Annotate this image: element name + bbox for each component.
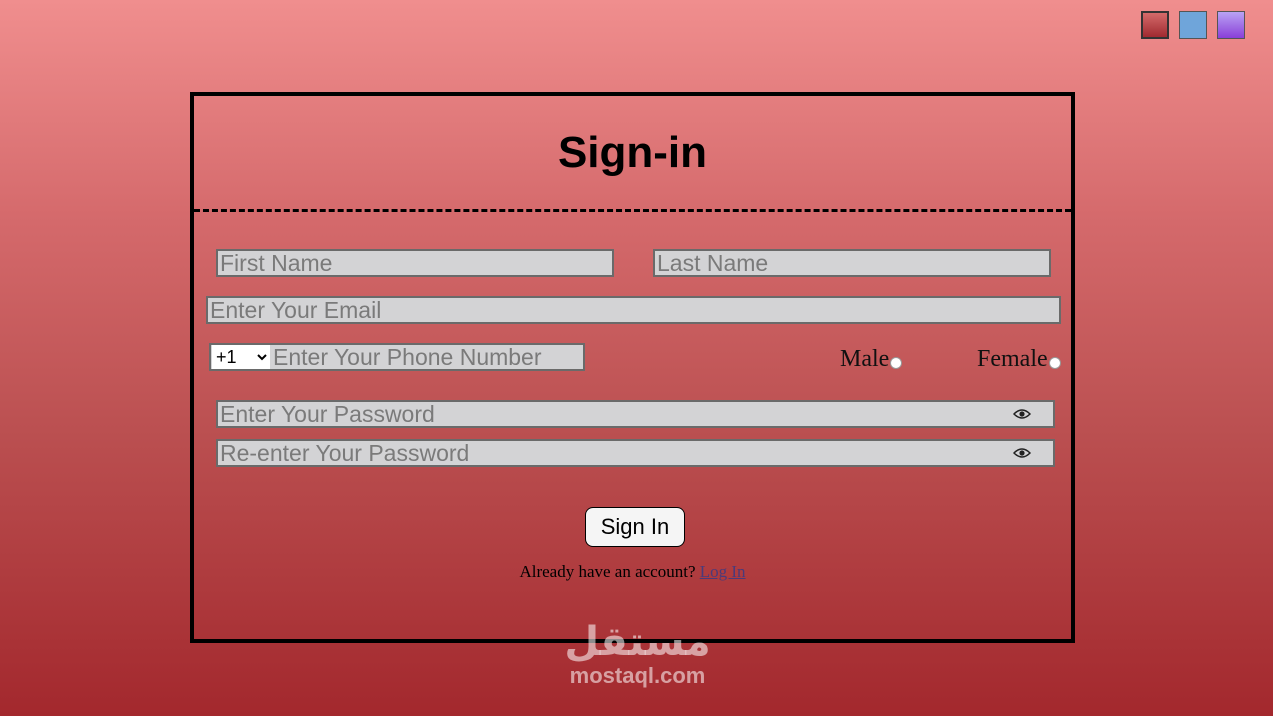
theme-swatch-purple[interactable]	[1217, 11, 1245, 39]
password-input[interactable]	[216, 400, 1055, 428]
country-code-select[interactable]: +1	[212, 345, 270, 369]
gender-male: Male	[840, 346, 903, 373]
page-title: Sign-in	[557, 127, 708, 177]
eye-icon[interactable]	[1013, 407, 1031, 421]
gender-female: Female	[977, 346, 1061, 373]
first-name-input[interactable]	[216, 249, 614, 277]
last-name-input[interactable]	[653, 249, 1051, 277]
gender-female-label: Female	[977, 346, 1048, 372]
confirm-password-field	[216, 439, 1055, 467]
theme-swatch-blue[interactable]	[1179, 11, 1207, 39]
login-link[interactable]: Log In	[700, 562, 746, 581]
gender-female-radio[interactable]	[1048, 356, 1061, 369]
card-header: Sign-in	[194, 96, 1071, 212]
phone-field: +1	[209, 343, 585, 371]
login-prompt: Already have an account? Log In	[194, 562, 1071, 582]
signin-card: Sign-in +1 Male Female Sign In Already h…	[190, 92, 1075, 643]
eye-icon[interactable]	[1013, 446, 1031, 460]
login-prompt-text: Already have an account?	[519, 562, 700, 581]
gender-male-label: Male	[840, 346, 890, 372]
watermark-logo: مستقل mostaql.com	[560, 620, 715, 688]
theme-switcher	[1141, 11, 1245, 39]
password-field	[216, 400, 1055, 428]
watermark-arabic: مستقل	[564, 619, 711, 665]
sign-in-button[interactable]: Sign In	[585, 507, 685, 547]
theme-swatch-red[interactable]	[1141, 11, 1169, 39]
confirm-password-input[interactable]	[216, 439, 1055, 467]
email-input[interactable]	[206, 296, 1061, 324]
watermark-latin: mostaql.com	[569, 663, 706, 688]
phone-input[interactable]	[270, 345, 583, 369]
gender-male-radio[interactable]	[890, 356, 903, 369]
